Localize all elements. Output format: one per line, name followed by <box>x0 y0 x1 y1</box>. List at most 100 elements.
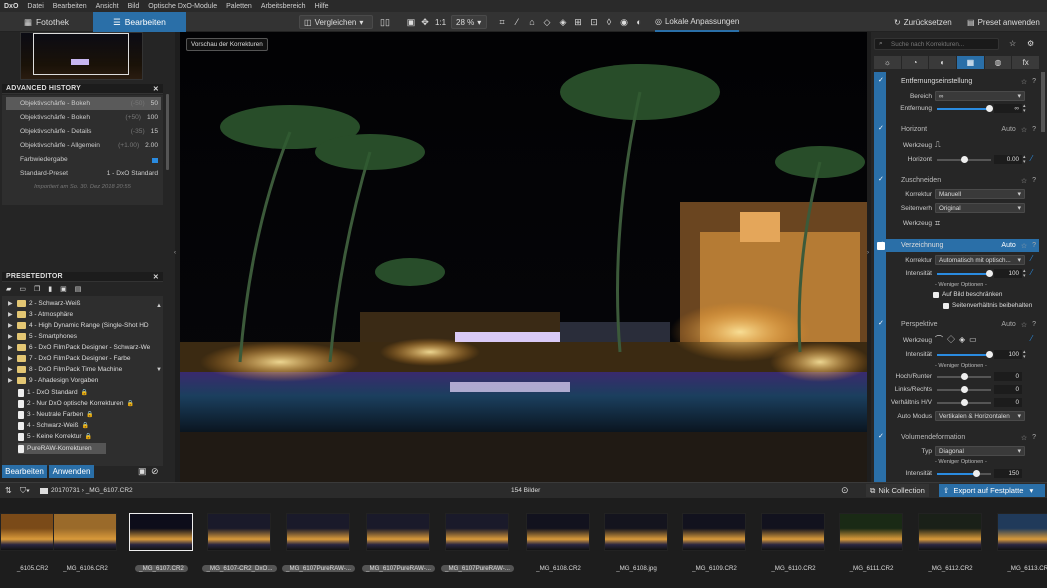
type-select[interactable]: Diagonal <box>935 446 1025 456</box>
perspective-intensity-slider[interactable] <box>937 351 993 358</box>
star-icon[interactable]: ☆ <box>1021 321 1027 329</box>
crop-correction-select[interactable]: Manuell <box>935 189 1025 199</box>
split-view-icon[interactable]: ▯▯ <box>380 17 390 27</box>
expand-arrow-icon[interactable]: ▶ <box>8 300 14 307</box>
history-item[interactable]: Objektivschärfe - Bokeh (+50) 100 <box>6 111 161 124</box>
preset-item[interactable]: 3 - Neutrale Farben 🔒 <box>18 409 168 420</box>
star-icon[interactable]: ☆ <box>1021 434 1027 442</box>
save-icon[interactable]: ▤ <box>75 285 82 295</box>
section-enable-checkbox[interactable] <box>877 175 885 185</box>
preset-folder[interactable]: ▶ 2 - Schwarz-Weiß <box>8 298 158 309</box>
preset-item[interactable]: 4 - Schwarz-Weiß 🔒 <box>18 420 168 431</box>
limit-to-image-checkbox[interactable]: Auf Bild beschränken <box>933 291 1002 298</box>
distortion-intensity-value[interactable]: 100 <box>994 269 1022 278</box>
history-item[interactable]: Objektivschärfe - Bokeh (-50) 50 <box>6 97 161 110</box>
section-perspective[interactable]: Perspektive Auto ☆? <box>874 318 1039 331</box>
section-enable-checkbox[interactable] <box>877 240 885 250</box>
star-icon[interactable]: ☆ <box>1009 39 1016 48</box>
expand-arrow-icon[interactable]: ▶ <box>8 311 14 318</box>
slider-knob[interactable] <box>973 470 980 477</box>
section-enable-checkbox[interactable] <box>877 319 885 329</box>
filter-icon[interactable]: ⛉▾ <box>20 486 30 496</box>
aspect-ratio-select[interactable]: Original <box>935 203 1025 213</box>
preset-item[interactable]: 2 - Nur DxO optische Korrekturen 🔒 <box>18 398 168 409</box>
history-scrollbar[interactable] <box>166 94 169 170</box>
volume-intensity-slider[interactable] <box>937 470 991 477</box>
preset-item[interactable]: 5 - Keine Korrektur 🔒 <box>18 431 168 442</box>
collapse-right-icon[interactable]: › <box>867 250 869 256</box>
star-icon[interactable]: ☆ <box>1021 78 1027 86</box>
distortion-intensity-slider[interactable] <box>937 270 993 277</box>
tab-effects-icon[interactable]: fx <box>1012 56 1040 69</box>
close-icon[interactable]: ✕ <box>153 85 159 93</box>
picker-icon[interactable]: ⁄ <box>1031 268 1037 278</box>
nik-collection-button[interactable]: ⧉ Nik Collection <box>866 484 929 497</box>
block-icon[interactable]: ⊘ <box>151 466 159 477</box>
duplicate-icon[interactable]: ❐ <box>34 285 40 295</box>
menu-ansicht[interactable]: Ansicht <box>96 3 119 10</box>
preset-item[interactable]: 1 - DxO Standard 🔒 <box>18 387 168 398</box>
star-icon[interactable]: ☆ <box>1021 177 1027 185</box>
expand-arrow-icon[interactable]: ▶ <box>8 322 14 329</box>
eraser-icon[interactable]: ◊ <box>604 17 614 27</box>
picker-icon[interactable]: ⁄ <box>1031 254 1037 264</box>
leftright-value[interactable]: 0 <box>994 385 1022 394</box>
help-icon[interactable]: ? <box>1032 177 1036 185</box>
spinner-icon[interactable]: ▴ ▾ <box>1023 350 1026 360</box>
filmstrip-thumbnail[interactable]: _MG_6110.CR2 <box>755 498 832 574</box>
section-enable-checkbox[interactable] <box>877 76 885 86</box>
hv-ratio-value[interactable]: 0 <box>994 398 1022 407</box>
tab-watermark-icon[interactable]: ◍ <box>984 56 1012 69</box>
volume-intensity-value[interactable]: 150 <box>994 469 1022 478</box>
menu-hilfe[interactable]: Hilfe <box>315 3 329 10</box>
menu-arbeitsbereich[interactable]: Arbeitsbereich <box>261 3 306 10</box>
tab-library[interactable]: ▦ Fotothek <box>0 12 93 32</box>
filmstrip-thumbnail[interactable]: _MG_6107.CR2 <box>123 498 200 574</box>
grid-overlay-icon[interactable]: ⊞ <box>573 17 583 27</box>
auto-label[interactable]: Auto <box>1001 242 1015 250</box>
eyedropper-icon[interactable]: ⁄ <box>512 17 522 27</box>
new-preset-icon[interactable]: ▰ <box>6 285 11 295</box>
repair-icon[interactable]: ⊡ <box>589 17 599 27</box>
filmstrip-thumbnail[interactable]: _MG_6111.CR2 <box>833 498 910 574</box>
distance-value[interactable]: ∞ <box>994 104 1022 113</box>
spinner-icon[interactable]: ▴ ▾ <box>1023 269 1026 279</box>
auto-mode-select[interactable]: Vertikalen & Horizontalen <box>935 411 1025 421</box>
preset-folder[interactable]: ▶ 8 - DxO FilmPack Time Machine <box>8 364 158 375</box>
slider-knob[interactable] <box>961 386 968 393</box>
filmstrip-thumbnail[interactable]: _MG_6107PureRAW-... <box>439 498 516 574</box>
filmstrip-thumbnail[interactable]: _MG_6106.CR2 <box>47 498 124 574</box>
preset-folder[interactable]: ▶ 9 - Ahadesign Vorgaben <box>8 375 158 386</box>
filmstrip-thumbnail[interactable]: _MG_6107-CR2_DxO... <box>201 498 278 574</box>
navigator-thumbnail[interactable] <box>20 32 143 80</box>
horizon-tool-icon[interactable]: ⌂ <box>527 17 537 27</box>
help-icon[interactable]: ? <box>1032 321 1036 329</box>
menu-datei[interactable]: Datei <box>27 3 43 10</box>
move-icon[interactable]: ✥ <box>420 17 430 27</box>
leftright-slider[interactable] <box>937 386 991 393</box>
crop-icon[interactable]: ⌗ <box>935 218 940 229</box>
slider-knob[interactable] <box>961 373 968 380</box>
collapse-left-icon[interactable]: ‹ <box>174 250 176 256</box>
preset-folder[interactable]: ▶ 7 - DxO FilmPack Designer - Farbe <box>8 353 158 364</box>
import-icon[interactable]: ▭ <box>19 285 26 295</box>
perspective-icon[interactable]: ◇ <box>542 17 552 27</box>
image-preview[interactable] <box>180 32 867 482</box>
slider-knob[interactable] <box>986 351 993 358</box>
expand-arrow-icon[interactable]: ▶ <box>8 355 14 362</box>
preset-folder[interactable]: ▶ 6 - DxO FilmPack Designer - Schwarz-We <box>8 342 158 353</box>
distance-slider[interactable] <box>937 105 993 112</box>
section-horizon[interactable]: Horizont Auto ☆? <box>874 123 1039 136</box>
settings-icon[interactable]: ⚙ <box>1027 39 1034 48</box>
menu-bild[interactable]: Bild <box>128 3 140 10</box>
reset-button[interactable]: ↻ Zurücksetzen <box>894 15 952 29</box>
filmstrip-thumbnail[interactable]: _MG_6112.CR2 <box>912 498 989 574</box>
star-icon[interactable]: ☆ <box>1021 126 1027 134</box>
expand-arrow-icon[interactable]: ▶ <box>8 333 14 340</box>
export-button[interactable]: ⇧ Export auf Festplatte ▾ <box>939 484 1045 497</box>
preset-folder[interactable]: ▶ 5 - Smartphones <box>8 331 158 342</box>
history-item[interactable]: Objektivschärfe - Allgemein (+1.00) 2.00 <box>6 139 161 152</box>
fewer-options-link[interactable]: - Weniger Optionen - <box>935 363 987 369</box>
auto-label[interactable]: Auto <box>1001 321 1015 329</box>
expand-arrow-icon[interactable]: ▶ <box>8 377 14 384</box>
